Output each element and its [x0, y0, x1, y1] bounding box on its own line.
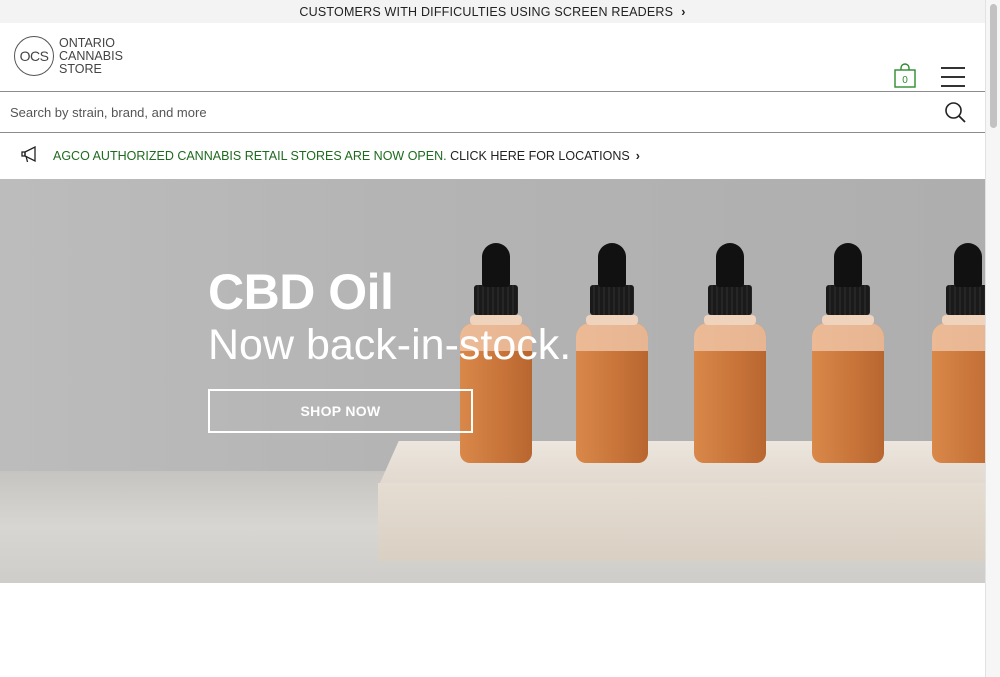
- shopping-bag-icon: 0: [894, 63, 916, 88]
- locations-link[interactable]: CLICK HERE FOR LOCATIONS: [450, 149, 630, 163]
- announcement-highlight: AGCO AUTHORIZED CANNABIS RETAIL STORES A…: [53, 149, 447, 163]
- accessibility-banner-text[interactable]: CUSTOMERS WITH DIFFICULTIES USING SCREEN…: [299, 5, 673, 19]
- announcement-text[interactable]: AGCO AUTHORIZED CANNABIS RETAIL STORES A…: [53, 149, 640, 163]
- menu-button[interactable]: [941, 67, 965, 87]
- search-button[interactable]: [944, 101, 966, 123]
- site-header: OCS ONTARIO CANNABIS STORE 0: [0, 23, 985, 92]
- ocs-logo[interactable]: OCS ONTARIO CANNABIS STORE: [14, 36, 123, 76]
- logo-mark: OCS: [14, 36, 54, 76]
- page-scrollbar[interactable]: [985, 0, 1000, 677]
- logo-line-3: STORE: [59, 61, 102, 76]
- scrollbar-thumb[interactable]: [990, 4, 997, 128]
- hero-title: CBD Oil: [208, 264, 394, 320]
- search-icon: [945, 102, 966, 123]
- page: CUSTOMERS WITH DIFFICULTIES USING SCREEN…: [0, 0, 985, 677]
- hero-banner[interactable]: CBD Oil Now back-in-stock. SHOP NOW: [0, 179, 985, 583]
- cart-button[interactable]: 0: [894, 63, 916, 94]
- logo-line-2: CANNABIS: [59, 48, 123, 63]
- chevron-right-icon: ›: [681, 4, 686, 19]
- wooden-shelf: [378, 483, 985, 561]
- accessibility-banner[interactable]: CUSTOMERS WITH DIFFICULTIES USING SCREEN…: [0, 0, 985, 23]
- chevron-right-icon: ›: [635, 149, 640, 163]
- logo-line-1: ONTARIO: [59, 35, 116, 50]
- hero-subtitle: Now back-in-stock.: [208, 321, 572, 369]
- search-input[interactable]: [0, 92, 940, 132]
- logo-wordmark: ONTARIO CANNABIS STORE: [59, 35, 123, 76]
- hamburger-menu-icon: [941, 67, 965, 69]
- megaphone-icon: [21, 146, 36, 163]
- cart-count: 0: [902, 75, 908, 86]
- search-bar: [0, 92, 985, 133]
- shop-now-button[interactable]: SHOP NOW: [208, 389, 473, 433]
- hero-copy: CBD Oil Now back-in-stock.: [208, 265, 571, 371]
- announcement-bar[interactable]: AGCO AUTHORIZED CANNABIS RETAIL STORES A…: [0, 133, 985, 179]
